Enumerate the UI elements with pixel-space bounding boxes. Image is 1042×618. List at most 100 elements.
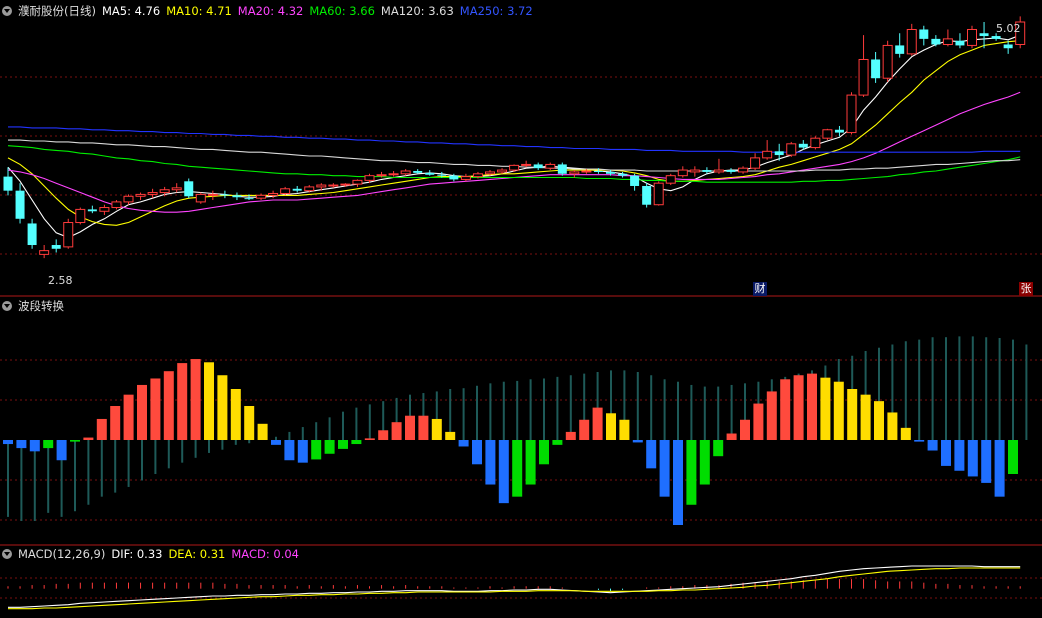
candle-body-down: [991, 36, 1001, 39]
candle-body-up: [304, 186, 315, 192]
candle-body-up: [653, 182, 664, 206]
wave-bar: [914, 440, 925, 442]
macd-panel-title: MACD(12,26,9): [18, 547, 106, 561]
candle-body-down: [15, 190, 25, 219]
wave-bar: [766, 391, 777, 440]
wave-bar: [485, 440, 496, 485]
candle-body-up: [581, 170, 592, 173]
wave-bar: [324, 440, 335, 454]
ma20-value: MA20: 4.32: [237, 4, 304, 18]
wave-bar: [793, 375, 804, 440]
candle-body-down: [895, 45, 905, 54]
candle-body-down: [533, 164, 543, 169]
wave-bar: [967, 440, 978, 477]
candle-body-down: [1003, 44, 1013, 49]
wave-bar: [137, 384, 147, 440]
wave-bar: [472, 440, 482, 465]
candle-body-up: [906, 28, 917, 55]
candle-body-up: [256, 194, 267, 199]
macd-panel-header: MACD(12,26,9) DIF: 0.33 DEA: 0.31 MACD: 0.0…: [2, 546, 305, 562]
wave-histogram[interactable]: [3, 336, 1028, 525]
wave-bar: [431, 418, 442, 440]
wave-bar: [512, 440, 523, 497]
candle-body-up: [159, 189, 170, 194]
wave-bar: [833, 381, 844, 440]
wave-bar: [271, 440, 281, 445]
wave-bar: [405, 415, 415, 440]
ma60-value: MA60: 3.66: [309, 4, 375, 18]
dea-value: DEA: 0.31: [168, 547, 226, 561]
wave-bar: [83, 437, 94, 440]
candle-body-down: [449, 175, 459, 180]
wave-bar: [713, 440, 724, 457]
wave-bar: [807, 373, 817, 440]
wave-bar: [632, 440, 643, 443]
candle-body-up: [135, 193, 146, 197]
wave-bar: [150, 378, 161, 440]
wave-bar: [606, 413, 616, 440]
wave-bar: [458, 440, 469, 447]
candle-body-up: [376, 174, 387, 177]
candle-body-up: [171, 187, 182, 191]
candle-body-down: [955, 40, 965, 46]
candle-body-up: [39, 250, 50, 255]
panel-menu-icon[interactable]: [2, 301, 12, 311]
candle-body-up: [750, 157, 761, 169]
wave-bar: [592, 407, 603, 440]
candle-body-up: [858, 58, 869, 96]
wave-bar: [927, 440, 938, 451]
candle-body-up: [207, 193, 218, 196]
wave-bar: [552, 440, 563, 445]
main-panel-header: 濮耐股份(日线) MA5: 4.76 MA10: 4.71 MA20: 4.32 MA6…: [2, 3, 539, 19]
candle-body-up: [195, 193, 206, 203]
candle-body-up: [497, 169, 508, 173]
wave-bar: [284, 440, 295, 461]
candle-body-down: [87, 209, 97, 212]
candle-body-down: [184, 181, 194, 197]
limit-up-badge[interactable]: 张: [1019, 282, 1033, 296]
panel-menu-icon[interactable]: [2, 6, 12, 16]
candle-body-up: [111, 201, 122, 209]
macd-lines: [7, 565, 1021, 610]
wave-bar: [860, 394, 871, 440]
wave-bar: [847, 389, 858, 440]
candle-body-up: [400, 170, 411, 175]
wave-bar: [230, 389, 241, 440]
wave-bar: [190, 359, 201, 440]
ma250-value: MA250: 3.72: [459, 4, 533, 18]
wave-bar: [498, 440, 509, 504]
candle-body-up: [665, 175, 676, 184]
panel-menu-icon[interactable]: [2, 549, 12, 559]
wave-bar: [646, 440, 657, 469]
candle-body-down: [220, 194, 230, 196]
finance-badge[interactable]: 财: [753, 282, 767, 296]
wave-bar: [753, 403, 764, 440]
wave-bar: [1008, 440, 1018, 474]
candle-body-up: [99, 207, 110, 212]
wave-bar: [941, 440, 951, 466]
wave-bar: [311, 440, 322, 460]
candle-body-down: [437, 174, 447, 176]
grid-layer: [0, 76, 1042, 599]
wave-panel-title: 波段转换: [18, 299, 64, 313]
candle-body-down: [244, 198, 254, 200]
wave-bar: [16, 440, 27, 449]
wave-bar: [418, 415, 429, 440]
wave-bar: [445, 431, 456, 440]
wave-bar: [887, 412, 898, 440]
candle-body-down: [919, 29, 929, 39]
candle-body-up: [340, 183, 351, 186]
wave-bar: [780, 379, 791, 440]
candlestick-series[interactable]: [3, 16, 1026, 259]
candle-body-down: [557, 164, 567, 174]
wave-bar: [123, 394, 134, 440]
wave-bar: [110, 406, 121, 440]
wave-bar: [874, 401, 884, 440]
stock-name: 濮耐股份(日线): [18, 4, 96, 18]
candle-body-down: [931, 38, 941, 45]
candle-body-up: [460, 176, 471, 180]
wave-bar: [994, 440, 1005, 497]
ma120-value: MA120: 3.63: [380, 4, 454, 18]
low-price-label: 2.58: [48, 274, 73, 287]
wave-bar: [297, 440, 308, 463]
